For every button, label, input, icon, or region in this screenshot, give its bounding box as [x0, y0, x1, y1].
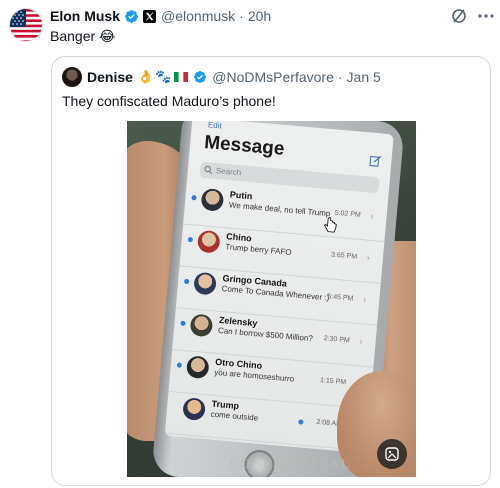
contact-avatar — [196, 229, 221, 254]
confidential-watermark: CONFIDENCIAL — [229, 457, 351, 472]
hand-cursor-icon — [324, 216, 337, 233]
quoted-post[interactable]: Denise 👌🐾 @NoDMsPerfavore · Jan 5 They c… — [51, 56, 491, 486]
unread-dot — [176, 362, 183, 368]
message-preview: you are homoseshurro — [213, 367, 295, 384]
verified-badge-icon[interactable] — [193, 70, 207, 84]
us-flag-avatar[interactable] — [9, 8, 43, 42]
unread-dot — [183, 278, 190, 285]
chevron-right-icon: › — [362, 294, 367, 305]
post[interactable]: Elon Musk @elonmusk · 20h Banger 😂 Denis… — [0, 0, 500, 488]
media-options-icon — [385, 447, 399, 461]
unread-dot — [180, 320, 186, 327]
message-preview: Can I borrow $500 Million? — [217, 325, 314, 344]
image-options-button[interactable] — [377, 439, 407, 469]
quoted-post-text: They confiscated Maduro’s phone! — [62, 93, 276, 109]
italy-flag-icon — [174, 72, 189, 82]
contact-avatar — [185, 355, 210, 380]
search-icon — [204, 165, 213, 175]
quoted-author-emojis: 👌🐾 — [137, 69, 173, 84]
contact-avatar — [193, 271, 217, 296]
compose-icon — [369, 155, 382, 167]
more-options-icon[interactable] — [477, 8, 495, 24]
unread-dot — [191, 195, 197, 201]
screen-edit-label: Edit — [207, 121, 223, 131]
post-image[interactable]: Edit Message Search Putin We make deal, … — [127, 121, 416, 477]
contact-avatar — [200, 187, 225, 212]
chevron-right-icon: › — [370, 210, 375, 221]
quoted-author-handle[interactable]: @NoDMsPerfavore — [212, 69, 334, 85]
post-time[interactable]: 20h — [248, 8, 271, 24]
post-header: Elon Musk @elonmusk · 20h — [50, 7, 271, 25]
author-handle[interactable]: @elonmusk — [161, 8, 235, 24]
x-logo-icon[interactable] — [143, 9, 157, 23]
contact-avatar — [182, 397, 207, 422]
verified-badge-icon[interactable] — [124, 9, 139, 24]
quoted-author-name[interactable]: Denise — [87, 69, 133, 85]
unread-dot — [187, 236, 194, 243]
chevron-right-icon: › — [366, 252, 371, 263]
post-text: Banger 😂 — [50, 28, 116, 44]
quoted-post-time[interactable]: Jan 5 — [347, 69, 381, 85]
author-name[interactable]: Elon Musk — [50, 8, 120, 24]
contact-avatar — [189, 313, 214, 338]
contact-name: Putin — [229, 189, 253, 202]
message-preview: Trump berry FAFO — [224, 242, 292, 257]
chevron-right-icon: › — [359, 336, 364, 347]
us-flag-icon — [10, 9, 42, 41]
separator-dot: · — [337, 69, 343, 85]
screen-title: Message — [203, 132, 286, 160]
grok-icon[interactable] — [451, 8, 467, 24]
separator-dot: · — [239, 8, 244, 24]
message-preview: come outside — [210, 409, 259, 423]
quoted-post-header: Denise 👌🐾 @NoDMsPerfavore · Jan 5 — [87, 68, 381, 86]
quoted-author-avatar[interactable] — [62, 67, 82, 87]
